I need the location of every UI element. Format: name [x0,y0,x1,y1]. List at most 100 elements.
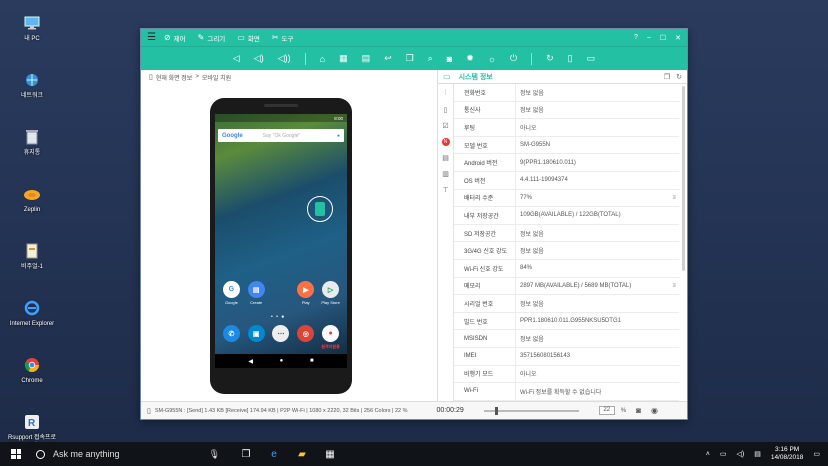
copy-icon[interactable]: ❐ [664,73,670,81]
app-spacer [269,281,293,305]
brightness-icon[interactable]: ☼ [488,54,496,64]
menu-screen[interactable]: ▭ 화면 [237,33,260,43]
info-key: MSISDN [454,330,516,347]
phone-screen[interactable]: 8:00 Google Say "Ok Google" ● G Google ▤ C… [215,114,347,368]
edge-icon[interactable]: e [260,442,288,466]
app-remote-support[interactable]: ● 원격지원용 [319,325,343,350]
remote-float-button[interactable] [307,196,333,222]
desktop-icon-ie[interactable]: Internet Explorer [6,299,58,339]
google-search-bar[interactable]: Google Say "Ok Google" ● [218,129,344,142]
recent-apps-icon[interactable]: ❐ [406,53,414,64]
search-icon[interactable]: ⌕ [428,53,433,64]
help-button[interactable]: ? [634,34,638,42]
mic-icon[interactable]: ● [337,133,340,139]
desktop-icon-network[interactable]: 네트워크 [6,71,58,111]
desktop-icon-zeplin[interactable]: Zeplin [6,185,58,225]
zoom-input[interactable]: 22 [598,406,615,415]
menu-control[interactable]: ⊘ 제어 [164,33,186,43]
google-search-placeholder: Say "Ok Google" [262,132,301,139]
sliders-icon[interactable]: ⫶ [445,90,447,98]
info-value: 84% [520,265,533,272]
phone-badge-icon [315,202,325,216]
info-key: 메모리 [454,277,516,295]
info-value: 2897 MB(AVAILABLE) / 5689 MB(TOTAL) [520,282,632,289]
breadcrumb-current[interactable]: 현재 화면 정보 [156,73,192,82]
screenshot-icon[interactable]: ◙ [636,406,641,415]
desktop-icon-pc[interactable]: 내 PC [6,14,58,54]
vibrate-icon[interactable]: ▯ [444,106,448,114]
notification-badge-icon[interactable]: N [441,138,450,146]
desktop-icon-recycle-bin[interactable]: 휴지통 [6,128,58,168]
row-menu-icon[interactable]: ≡ [672,195,676,201]
app-drawer[interactable]: ⋯ [269,325,293,350]
notifications-icon[interactable]: ▭ [813,450,820,458]
checklist-icon[interactable]: ☑ [442,122,448,130]
volume-down-icon[interactable]: ◁ [233,53,240,64]
info-row: 모델 번호 SM-G955N [454,136,679,155]
close-button[interactable]: ✕ [675,34,681,42]
system-info-header: ▭ 시스템 정보 ❐ ↻ [438,70,687,84]
breadcrumb-next[interactable]: 모바일 치원 [202,73,231,82]
back-icon[interactable]: ↩ [384,53,392,64]
task-view-icon[interactable]: ❐ [232,442,260,466]
maximize-button[interactable]: ☐ [660,34,666,42]
minimize-button[interactable]: – [647,34,651,42]
desktop-icon-chrome[interactable]: Chrome [6,356,58,396]
refresh-icon[interactable]: ↻ [676,73,682,81]
log-icon[interactable]: ▥ [442,170,449,178]
start-button[interactable] [8,442,24,466]
app-messages[interactable]: ▣ [244,325,268,350]
nav-back-icon[interactable]: ◀ [248,358,253,365]
row-menu-icon[interactable]: ≡ [672,283,676,289]
phone-portrait-icon[interactable]: ▯ [568,53,573,64]
menu-icon[interactable]: ▤ [362,53,371,64]
menu-tools[interactable]: ✂ 도구 [272,33,294,43]
store-icon[interactable]: ▦ [316,442,344,466]
laptop-icon: ▭ [443,72,451,81]
desktop-icons: 내 PC 네트워크 휴지통 Zeplin 비주얼-1 Internet Expl… [6,14,58,466]
clock[interactable]: 3:16 PM 14/08/2018 [771,446,804,462]
google-app-icon: G [222,281,240,298]
record-icon[interactable]: ◉ [651,406,658,415]
volume-icon[interactable]: ◁) [254,53,264,64]
cortana-search[interactable]: Ask me anything 🎙 [32,442,232,466]
app-google[interactable]: G Google [219,281,243,305]
desktop-icon-label: Zeplin [23,207,41,213]
app-chrome[interactable]: ◎ [294,325,318,350]
menu-draw[interactable]: ✎ 그리기 [198,33,226,43]
app-create[interactable]: ▤ Create [244,281,268,305]
apps-grid-icon[interactable]: ▦ [339,53,348,64]
power-icon[interactable]: ⏻ [510,53,517,64]
camera-app-icon: ● [322,325,340,342]
desktop-icon-document[interactable]: 비주얼-1 [6,242,58,282]
phone-landscape-icon[interactable]: ▭ [587,53,596,64]
app-phone[interactable]: ✆ [219,325,243,350]
taskbar: Ask me anything 🎙 ❐ e ▰ ▦ ˄ ▭ ◁) ▤ 3:16 … [0,442,828,466]
volume-up-icon[interactable]: ◁)) [278,53,291,64]
info-value: 109GB(AVAILABLE) / 122GB(TOTAL) [520,212,621,219]
status-bar: ▯ SM-G955N : [Send] 1.43 KB [Receive] 17… [141,401,687,419]
home-icon[interactable]: ⌂ [320,54,325,64]
camera-icon[interactable]: ◙ [447,54,452,64]
nav-recents-icon[interactable]: ■ [310,358,314,364]
settings-icon[interactable]: ✹ [466,53,474,64]
tray-chevron-icon[interactable]: ˄ [706,451,710,458]
rotate-icon[interactable]: ↻ [546,53,554,64]
network-tree-icon[interactable]: ⊤ [442,186,448,194]
session-timer: 00:00:29 [436,407,464,414]
mic-icon[interactable]: 🎙 [209,449,220,460]
main-area: ▯ 현재 화면 정보 > 모바일 치원 8:00 Google Say "Ok … [141,70,687,401]
app-play[interactable]: ▶ Play [294,281,318,305]
app-play-store[interactable]: ▷ Play Store [319,281,343,305]
hamburger-menu-icon[interactable]: ☰ [147,32,156,43]
zoom-slider-knob[interactable] [495,406,499,415]
tray-network-icon[interactable]: ▭ [720,450,727,458]
document-icon[interactable]: ▤ [442,154,449,162]
tray-volume-icon[interactable]: ◁) [736,450,744,458]
file-explorer-icon[interactable]: ▰ [288,442,316,466]
zoom-slider[interactable] [483,406,579,415]
app-drawer-icon: ⋯ [272,325,290,342]
nav-home-icon[interactable]: ● [280,358,284,364]
tray-keyboard-icon[interactable]: ▤ [754,450,761,458]
scrollbar[interactable] [682,86,685,271]
